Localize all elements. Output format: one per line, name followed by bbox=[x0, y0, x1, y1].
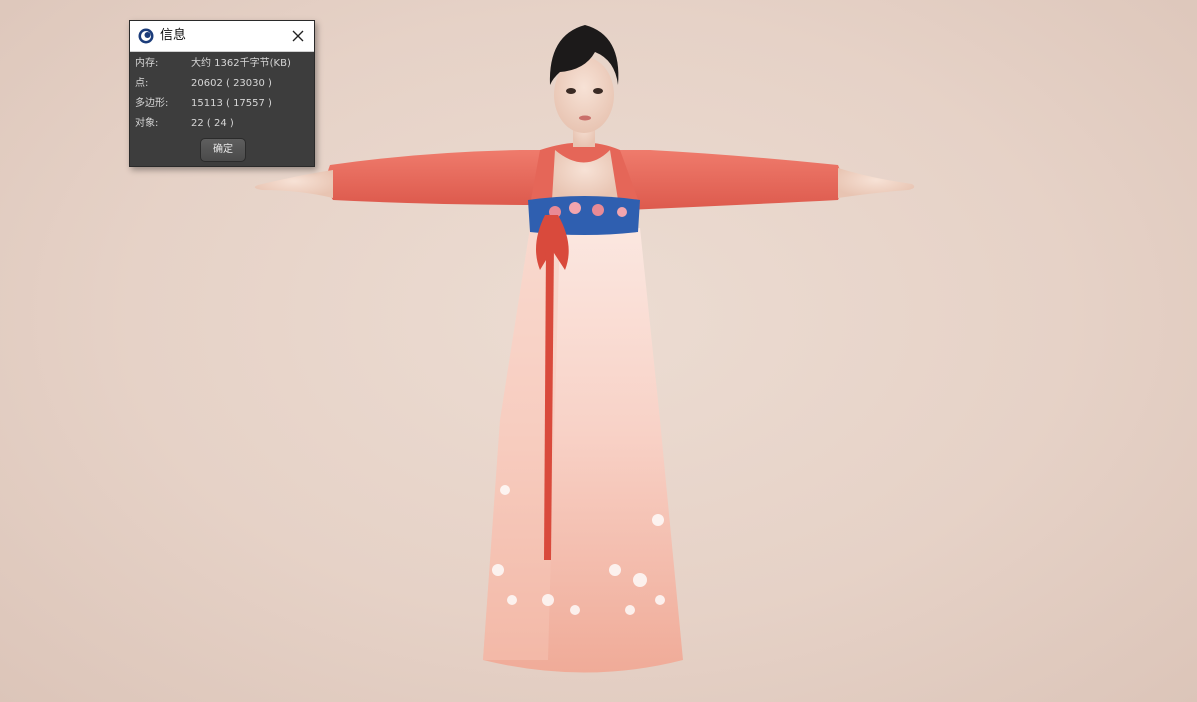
info-row-polygons: 多边形: 15113 ( 17557 ) bbox=[135, 96, 313, 112]
info-row-memory: 内存: 大约 1362千字节(KB) bbox=[135, 56, 313, 72]
info-label: 多边形: bbox=[135, 98, 169, 109]
info-label: 点: bbox=[135, 78, 149, 89]
info-row-objects: 对象: 22 ( 24 ) bbox=[135, 116, 313, 132]
3d-viewport[interactable]: 信息 内存: 大约 1362千字节(KB) 点: 20602 ( 23030 )… bbox=[0, 0, 1197, 702]
left-hand bbox=[254, 170, 333, 198]
dialog-title: 信息 bbox=[160, 28, 187, 43]
close-icon[interactable] bbox=[288, 26, 308, 46]
right-hand bbox=[838, 168, 915, 198]
dialog-titlebar[interactable]: 信息 bbox=[130, 21, 314, 52]
info-row-points: 点: 20602 ( 23030 ) bbox=[135, 76, 313, 92]
info-value: 大约 1362千字节(KB) bbox=[191, 58, 291, 69]
info-label: 内存: bbox=[135, 58, 159, 69]
info-value: 15113 ( 17557 ) bbox=[191, 98, 272, 109]
left-sleeve bbox=[326, 150, 545, 205]
cinema4d-app-icon bbox=[138, 28, 154, 44]
info-dialog: 信息 内存: 大约 1362千字节(KB) 点: 20602 ( 23030 )… bbox=[129, 20, 315, 167]
info-value: 20602 ( 23030 ) bbox=[191, 78, 272, 89]
right-sleeve bbox=[620, 150, 842, 210]
info-value: 22 ( 24 ) bbox=[191, 118, 234, 129]
ok-button[interactable]: 确定 bbox=[200, 138, 246, 162]
info-label: 对象: bbox=[135, 118, 159, 129]
